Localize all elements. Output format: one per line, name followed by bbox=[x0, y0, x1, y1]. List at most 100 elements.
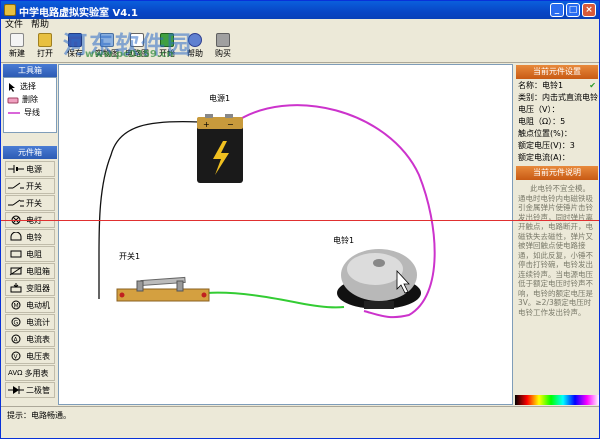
component-ammeter[interactable]: A 电流表 bbox=[5, 331, 55, 347]
prop-voltage[interactable]: 电压（V）： bbox=[515, 104, 599, 116]
color-palette[interactable] bbox=[515, 395, 599, 405]
multimeter-symbol-icon: AVΩ bbox=[8, 368, 23, 377]
save-icon bbox=[68, 33, 82, 47]
prop-resistance[interactable]: 电阻（Ω）：5 bbox=[515, 116, 599, 128]
buy-icon bbox=[216, 33, 230, 47]
menu-file[interactable]: 文件 bbox=[5, 19, 23, 31]
toolbar: 新建 打开 保存 实物图 电路图 开始 帮助 购买 bbox=[1, 31, 599, 63]
circuit-icon bbox=[130, 33, 144, 47]
black-wire[interactable] bbox=[98, 120, 200, 299]
save-button[interactable]: 保存 bbox=[63, 33, 87, 61]
prop-rated-current[interactable]: 额定电流(A)： bbox=[515, 152, 599, 164]
bell-symbol-icon bbox=[10, 232, 22, 241]
component-switch-1-label: 开关 bbox=[26, 181, 42, 191]
maximize-button[interactable]: □ bbox=[566, 3, 580, 17]
component-power-label: 电源 bbox=[26, 164, 42, 174]
buy-button[interactable]: 购买 bbox=[211, 33, 235, 61]
switch-symbol-icon bbox=[8, 182, 24, 189]
guide-line bbox=[1, 220, 599, 221]
component-switch-2[interactable]: 开关 bbox=[5, 195, 55, 211]
window-title: 中学电路虚拟实验室 V4.1 bbox=[19, 8, 138, 19]
title-bar: 中学电路虚拟实验室 V4.1 _ □ × bbox=[1, 1, 599, 19]
tool-wire-label: 导线 bbox=[24, 108, 40, 117]
buy-label: 购买 bbox=[215, 49, 231, 58]
photo-view-label: 实物图 bbox=[95, 49, 119, 58]
battery-negative-sign: − bbox=[227, 120, 234, 129]
component-diode[interactable]: 二极管 bbox=[5, 382, 55, 398]
close-button[interactable]: × bbox=[582, 3, 596, 17]
svg-text:G: G bbox=[14, 320, 19, 327]
tool-select-label: 选择 bbox=[20, 82, 36, 91]
description-header: 当前元件说明 bbox=[516, 166, 598, 180]
battery-symbol-icon bbox=[8, 165, 24, 173]
new-file-icon bbox=[10, 33, 24, 47]
open-folder-icon bbox=[38, 33, 52, 47]
battery-positive-sign: + bbox=[203, 120, 210, 129]
prop-contact-position[interactable]: 触点位置(%)： bbox=[515, 128, 599, 140]
tool-select[interactable]: 选择 bbox=[4, 80, 56, 93]
open-button[interactable]: 打开 bbox=[33, 33, 57, 61]
start-label: 开始 bbox=[159, 49, 175, 58]
galvanometer-symbol-icon: G bbox=[11, 317, 21, 327]
help-button[interactable]: 帮助 bbox=[183, 33, 207, 61]
component-voltmeter-label: 电压表 bbox=[26, 351, 50, 361]
toolbox: 选择 删除 导线 bbox=[3, 77, 57, 133]
resistor-box-symbol-icon bbox=[9, 266, 23, 276]
settings-header: 当前元件设置 bbox=[516, 65, 598, 79]
help-icon bbox=[188, 33, 202, 47]
tool-delete[interactable]: 删除 bbox=[4, 93, 56, 106]
component-diode-label: 二极管 bbox=[26, 385, 50, 395]
diode-symbol-icon bbox=[8, 386, 24, 394]
circuit-drawing: + − bbox=[98, 104, 436, 319]
toolbox-header: 工具箱 bbox=[3, 64, 57, 77]
app-icon bbox=[4, 4, 16, 16]
switch-alt-symbol-icon bbox=[8, 199, 24, 207]
knife-switch[interactable] bbox=[116, 276, 210, 302]
component-resistor-box[interactable]: 电阻箱 bbox=[5, 263, 55, 279]
right-panel: 当前元件设置 名称：电铃1 ✔ 类别：内击式直流电铃 电压（V）： 电阻（Ω）：… bbox=[515, 64, 599, 404]
prop-name-text: 名称：电铃1 bbox=[518, 81, 564, 90]
prop-name: 名称：电铃1 ✔ bbox=[515, 80, 599, 92]
help-label: 帮助 bbox=[187, 49, 203, 58]
prop-category: 类别：内击式直流电铃 bbox=[518, 93, 598, 102]
component-resistor-label: 电阻 bbox=[26, 249, 42, 259]
left-panel: 工具箱 选择 删除 导线 元件箱 电源 开关 开关 电灯 电铃 电阻 电阻箱 变… bbox=[3, 64, 57, 404]
component-bell[interactable]: 电铃 bbox=[5, 229, 55, 245]
status-text: 提示：电路畅通。 bbox=[7, 411, 71, 420]
component-power[interactable]: 电源 bbox=[5, 161, 55, 177]
component-switch-2-label: 开关 bbox=[26, 198, 42, 208]
green-wire[interactable] bbox=[206, 291, 345, 309]
tool-delete-label: 删除 bbox=[22, 95, 38, 104]
cursor-icon bbox=[9, 82, 15, 92]
component-multimeter-label: 多用表 bbox=[24, 368, 49, 378]
component-motor[interactable]: M 电动机 bbox=[5, 297, 55, 313]
battery[interactable]: + − bbox=[197, 114, 243, 183]
component-rheostat[interactable]: 变阻器 bbox=[5, 280, 55, 296]
component-galvanometer[interactable]: G 电流计 bbox=[5, 314, 55, 330]
battery-label: 电源1 bbox=[209, 94, 231, 103]
component-multimeter[interactable]: AVΩ 多用表 bbox=[5, 365, 55, 381]
component-switch-1[interactable]: 开关 bbox=[5, 178, 55, 194]
bell-label: 电铃1 bbox=[333, 236, 355, 245]
component-resistor[interactable]: 电阻 bbox=[5, 246, 55, 262]
description-text: 此电铃不宜全模。通电时电铃内电磁铁吸引金属弹片使锤片击铃发出铃声，同时弹片离开触… bbox=[516, 182, 598, 332]
component-galvanometer-label: 电流计 bbox=[26, 317, 50, 327]
app-window: 中学电路虚拟实验室 V4.1 _ □ × 文件 帮助 新建 打开 保存 实物图 bbox=[0, 0, 600, 439]
start-button[interactable]: 开始 bbox=[155, 33, 179, 61]
menu-help[interactable]: 帮助 bbox=[31, 19, 49, 31]
tool-wire[interactable]: 导线 bbox=[4, 106, 56, 119]
prop-rated-voltage[interactable]: 额定电压(V)：3 bbox=[515, 140, 599, 152]
electric-bell[interactable] bbox=[337, 249, 421, 309]
new-button[interactable]: 新建 bbox=[5, 33, 29, 61]
component-motor-label: 电动机 bbox=[26, 300, 50, 310]
resistor-symbol-icon bbox=[10, 250, 22, 258]
photo-view-button[interactable]: 实物图 bbox=[93, 33, 121, 61]
status-bar: 提示：电路畅通。 bbox=[1, 406, 599, 424]
minimize-button[interactable]: _ bbox=[550, 3, 564, 17]
component-resistor-box-label: 电阻箱 bbox=[26, 266, 50, 276]
circuit-view-button[interactable]: 电路图 bbox=[123, 33, 151, 61]
circuit-canvas[interactable]: + − 电源1 开关1 电铃1 bbox=[58, 64, 513, 405]
component-voltmeter[interactable]: V 电压表 bbox=[5, 348, 55, 364]
switch-label: 开关1 bbox=[119, 252, 141, 261]
ammeter-symbol-icon: A bbox=[11, 334, 21, 344]
